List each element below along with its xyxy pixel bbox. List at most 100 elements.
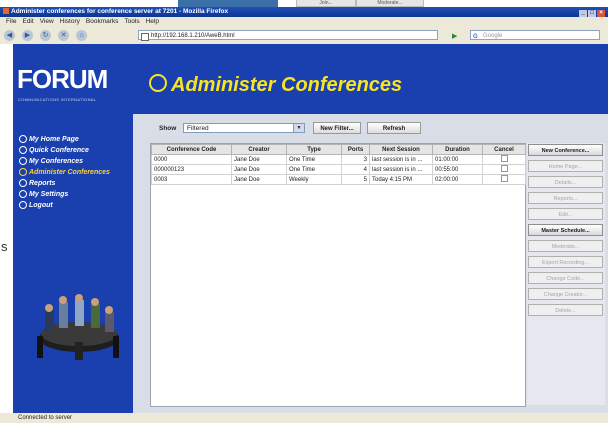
table-row[interactable]: 0003 Jane Doe Weekly 5 Today 4:15 PM 02:00:00 — [151, 174, 526, 185]
action-panel: New Conference... Home Page... Details... R… — [527, 143, 605, 405]
menu-item-history[interactable]: History — [60, 18, 80, 25]
main-content: Show Filtered ▼ New Filter... Refresh Co… — [133, 114, 608, 413]
cell-ports: 5 — [341, 174, 370, 185]
menu-item-view[interactable]: View — [40, 18, 54, 25]
change-creator-button[interactable]: Change Creator... — [528, 288, 603, 300]
title-ring-icon — [149, 74, 167, 92]
sidebar: FORUM COMMUNICATIONS INTERNATIONAL My Ho… — [13, 44, 133, 413]
chevron-down-icon[interactable]: ▼ — [293, 124, 304, 132]
stop-icon[interactable]: ✕ — [58, 30, 69, 41]
nav-ring-icon — [19, 190, 27, 198]
cell-creator: Jane Doe — [231, 164, 287, 175]
table-row[interactable]: 0000 Jane Doe One Time 3 last session is in … — [151, 154, 526, 165]
moderate-button[interactable]: Moderate... — [528, 240, 603, 252]
url-field[interactable]: http://192.168.1.210/AweB.html — [138, 30, 438, 41]
column-header-next-session[interactable]: Next Session — [369, 144, 433, 155]
reports-button[interactable]: Reports... — [528, 192, 603, 204]
nav-item-administer-conferences[interactable]: Administer Conferences — [19, 167, 110, 178]
filter-select[interactable]: Filtered ▼ — [183, 123, 305, 133]
nav-ring-icon — [19, 179, 27, 187]
minimize-icon[interactable]: _ — [579, 10, 587, 17]
thumb-tab-join[interactable]: Join... — [296, 0, 356, 7]
maximize-icon[interactable]: □ — [588, 10, 596, 17]
cell-type: Weekly — [286, 174, 342, 185]
nav-ring-icon — [19, 201, 27, 209]
nav-item-label: My Settings — [29, 191, 69, 198]
cell-code: 0000 — [151, 154, 232, 165]
edit-button[interactable]: Edit... — [528, 208, 603, 220]
column-header-ports[interactable]: Ports — [341, 144, 370, 155]
menu-item-help[interactable]: Help — [146, 18, 159, 25]
nav-ring-icon — [19, 146, 27, 154]
conference-table-illustration — [37, 294, 119, 360]
table-row[interactable]: 000000123 Jane Doe One Time 4 last session i… — [151, 164, 526, 175]
cell-ports: 3 — [341, 154, 370, 165]
change-code-button[interactable]: Change Code... — [528, 272, 603, 284]
refresh-button[interactable]: Refresh — [367, 122, 421, 134]
column-header-duration[interactable]: Duration — [432, 144, 483, 155]
new-conference-button[interactable]: New Conference... — [528, 144, 603, 156]
export-recording-button[interactable]: Export Recording... — [528, 256, 603, 268]
firefox-icon — [3, 8, 9, 14]
nav-item-my-settings[interactable]: My Settings — [19, 189, 110, 200]
nav-item-logout[interactable]: Logout — [19, 200, 110, 211]
column-header-cancel[interactable]: Cancel — [482, 144, 526, 155]
close-icon[interactable]: × — [597, 10, 605, 17]
nav-item-label: My Conferences — [29, 158, 84, 165]
forward-icon[interactable]: ▶ — [22, 30, 33, 41]
nav-item-my-home-page[interactable]: My Home Page — [19, 134, 110, 145]
cell-type: One Time — [286, 164, 342, 175]
nav-item-reports[interactable]: Reports — [19, 178, 110, 189]
cell-duration: 01:00:00 — [432, 154, 483, 165]
details-button[interactable]: Details... — [528, 176, 603, 188]
cell-cancel — [482, 164, 526, 175]
search-placeholder: Google — [483, 33, 503, 39]
thumb-tab-moderate[interactable]: Moderate... — [356, 0, 424, 7]
page-icon — [141, 33, 149, 41]
nav-item-label: Logout — [29, 202, 53, 209]
page-title-text: Administer Conferences — [171, 74, 403, 96]
sidebar-nav: My Home Page Quick Conference My Conferenc… — [19, 134, 110, 211]
reload-icon[interactable]: ↻ — [40, 30, 51, 41]
cell-code: 0003 — [151, 174, 232, 185]
column-header-creator[interactable]: Creator — [231, 144, 287, 155]
show-label: Show — [159, 125, 177, 132]
menu-item-file[interactable]: File — [6, 18, 16, 25]
nav-ring-icon — [19, 157, 27, 165]
nav-item-my-conferences[interactable]: My Conferences — [19, 156, 110, 167]
go-icon[interactable]: ▶ — [452, 32, 457, 40]
nav-item-quick-conference[interactable]: Quick Conference — [19, 145, 110, 156]
left-frame: s — [0, 44, 13, 413]
menu-item-edit[interactable]: Edit — [22, 18, 33, 25]
cell-next: Today 4:15 PM — [369, 174, 433, 185]
nav-ring-icon — [19, 168, 27, 176]
url-text: http://192.168.1.210/AweB.html — [151, 33, 235, 39]
home-page-button[interactable]: Home Page... — [528, 160, 603, 172]
cancel-checkbox[interactable] — [500, 165, 508, 172]
side-fragment: s — [1, 239, 8, 254]
master-schedule-button[interactable]: Master Schedule... — [528, 224, 603, 236]
conference-table: Conference Code Creator Type Ports Next Sess… — [150, 143, 526, 407]
menu-bar: File Edit View History Bookmarks Tools Help — [0, 17, 608, 27]
column-header-type[interactable]: Type — [286, 144, 342, 155]
menu-item-tools[interactable]: Tools — [124, 18, 139, 25]
page-title: Administer Conferences — [149, 74, 402, 97]
column-header-conference-code[interactable]: Conference Code — [151, 144, 232, 155]
window-title: Administer conferences for conference se… — [11, 8, 229, 15]
search-input[interactable]: G Google — [470, 30, 600, 40]
delete-button[interactable]: Delete... — [528, 304, 603, 316]
back-icon[interactable]: ◀ — [4, 30, 15, 41]
logo[interactable]: FORUM — [17, 64, 108, 95]
cell-code: 000000123 — [151, 164, 232, 175]
cell-creator: Jane Doe — [231, 174, 287, 185]
nav-item-label: Reports — [29, 180, 56, 187]
home-icon[interactable]: ⌂ — [76, 30, 87, 41]
menu-item-bookmarks[interactable]: Bookmarks — [86, 18, 119, 25]
google-icon: G — [473, 34, 478, 40]
cancel-checkbox[interactable] — [500, 175, 508, 182]
new-filter-button[interactable]: New Filter... — [313, 122, 361, 134]
filter-select-value: Filtered — [187, 125, 209, 132]
cancel-checkbox[interactable] — [500, 155, 508, 162]
nav-item-label: Quick Conference — [29, 147, 89, 154]
cell-creator: Jane Doe — [231, 154, 287, 165]
